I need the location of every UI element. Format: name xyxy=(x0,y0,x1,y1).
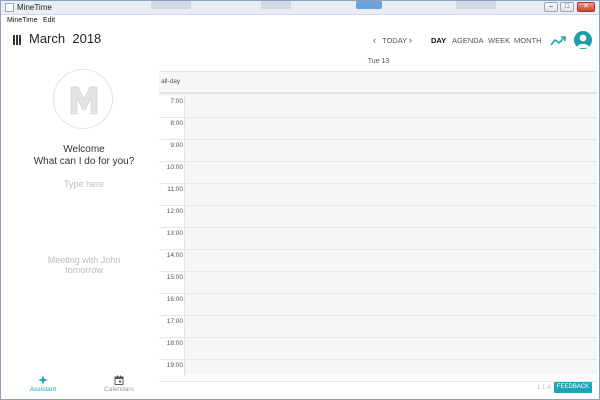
hour-label: 9:00 xyxy=(170,142,183,149)
day-column-header: Tue 13 xyxy=(367,58,390,65)
background-blur xyxy=(151,1,191,9)
half-hour-line xyxy=(185,107,597,108)
assistant-icon xyxy=(38,375,48,385)
background-blur xyxy=(356,1,382,9)
calendar-icon xyxy=(114,375,124,385)
app-window: MineTime – □ ✕ MineTime Edit March 2018 … xyxy=(0,0,600,400)
hour-label: 16:00 xyxy=(166,296,183,303)
hour-row[interactable]: 7:00 xyxy=(159,96,597,118)
half-hour-line xyxy=(185,217,597,218)
welcome-subtext: What can I do for you? xyxy=(33,156,135,167)
hour-row[interactable]: 13:00 xyxy=(159,228,597,250)
hour-label: 19:00 xyxy=(166,362,183,369)
background-blur xyxy=(456,1,496,9)
allday-label: all-day xyxy=(161,78,181,85)
assistant-panel: Welcome What can I do for you? Type here… xyxy=(1,53,159,399)
hour-label: 17:00 xyxy=(166,318,183,325)
window-title: MineTime xyxy=(17,3,52,12)
half-hour-line xyxy=(185,195,597,196)
hour-label: 11:00 xyxy=(167,186,183,193)
hour-label: 10:00 xyxy=(166,164,183,171)
hour-row[interactable]: 15:00 xyxy=(159,272,597,294)
day-grid[interactable]: all-day 7:00 8:00 9:00 10:00 11:00 12:00 13:00… xyxy=(159,71,597,382)
hour-row[interactable]: 10:00 xyxy=(159,162,597,184)
day-calendar: Tue 13 all-day 7:00 8:00 9:00 10:00 11:00 12:… xyxy=(159,53,598,382)
tab-month[interactable]: MONTH xyxy=(514,36,542,46)
bottom-tabs: Assistant Calendars xyxy=(1,374,159,399)
sidebar-toggle-icon[interactable] xyxy=(13,35,21,45)
half-hour-line xyxy=(185,349,597,350)
menu-bar: MineTime Edit xyxy=(1,15,599,27)
avatar-icon[interactable] xyxy=(574,31,592,49)
welcome-text: Welcome xyxy=(63,144,105,155)
allday-row[interactable]: all-day xyxy=(159,72,597,94)
hour-label: 18:00 xyxy=(166,340,183,347)
tab-calendars[interactable]: Calendars xyxy=(79,374,159,399)
hour-row[interactable]: 16:00 xyxy=(159,294,597,316)
year-label: 2018 xyxy=(72,31,102,46)
half-hour-line xyxy=(185,261,597,262)
hour-label: 8:00 xyxy=(170,120,183,127)
next-chevron-icon[interactable]: › xyxy=(409,35,412,45)
title-bar: MineTime – □ ✕ xyxy=(1,1,599,15)
hour-label: 15:00 xyxy=(166,274,183,281)
tab-agenda[interactable]: AGENDA xyxy=(452,36,484,46)
month-label: March xyxy=(29,31,66,46)
half-hour-line xyxy=(185,283,597,284)
tab-day[interactable]: DAY xyxy=(431,36,446,46)
tab-calendars-label: Calendars xyxy=(104,386,134,393)
hour-row[interactable]: 12:00 xyxy=(159,206,597,228)
half-hour-line xyxy=(185,129,597,130)
version-label: 1.1.4 xyxy=(537,385,551,391)
menu-edit[interactable]: Edit xyxy=(43,16,55,26)
hour-row[interactable]: 14:00 xyxy=(159,250,597,272)
close-button[interactable]: ✕ xyxy=(577,2,595,12)
header: March 2018 ‹ TODAY › DAY AGENDA WEEK MON… xyxy=(1,27,599,53)
menu-minetime[interactable]: MineTime xyxy=(7,16,37,26)
half-hour-line xyxy=(185,371,597,372)
app-icon xyxy=(5,3,14,12)
page-title: March 2018 xyxy=(29,31,101,47)
suggestion-text-2[interactable]: tomorrow xyxy=(1,265,167,275)
hour-label: 12:00 xyxy=(166,208,183,215)
suggestion-text[interactable]: Meeting with John xyxy=(1,255,167,265)
minimize-button[interactable]: – xyxy=(544,2,558,12)
trend-icon[interactable] xyxy=(550,35,566,47)
minetime-logo xyxy=(53,69,113,129)
half-hour-line xyxy=(185,173,597,174)
half-hour-line xyxy=(185,327,597,328)
previous-chevron-icon[interactable]: ‹ xyxy=(373,35,376,45)
hour-row[interactable]: 17:00 xyxy=(159,316,597,338)
maximize-button[interactable]: □ xyxy=(560,2,574,12)
half-hour-line xyxy=(185,239,597,240)
hour-row[interactable]: 8:00 xyxy=(159,118,597,140)
tab-assistant[interactable]: Assistant xyxy=(3,374,83,399)
hour-row[interactable]: 9:00 xyxy=(159,140,597,162)
hour-row[interactable]: 11:00 xyxy=(159,184,597,206)
hour-row[interactable]: 18:00 xyxy=(159,338,597,360)
half-hour-line xyxy=(185,305,597,306)
feedback-button[interactable]: FEEDBACK xyxy=(554,382,592,393)
hour-label: 14:00 xyxy=(166,252,183,259)
background-blur xyxy=(261,1,291,9)
half-hour-line xyxy=(185,151,597,152)
hour-row[interactable]: 19:00 xyxy=(159,360,597,382)
tab-week[interactable]: WEEK xyxy=(488,36,510,46)
today-button[interactable]: TODAY xyxy=(382,36,407,46)
assistant-input[interactable]: Type here xyxy=(1,179,167,190)
hour-label: 7:00 xyxy=(170,98,183,105)
tab-assistant-label: Assistant xyxy=(29,386,57,393)
hour-label: 13:00 xyxy=(166,230,183,237)
